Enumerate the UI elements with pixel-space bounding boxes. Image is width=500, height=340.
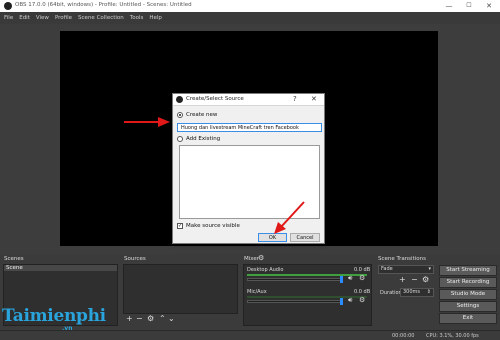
desktop-audio-db: 0.0 dB (354, 267, 371, 273)
red-arrow-to-ok (272, 200, 306, 236)
speaker-icon[interactable]: 🔊︎ (348, 274, 352, 283)
menu-edit[interactable]: Edit (19, 15, 36, 21)
source-properties-gear-icon[interactable]: ⚙ (147, 315, 154, 323)
obs-logo-icon (176, 96, 183, 103)
move-down-icon[interactable]: ⌄ (168, 315, 175, 323)
create-new-label: Create new (186, 112, 218, 118)
transition-gear-icon[interactable]: ⚙ (422, 276, 429, 284)
add-existing-label: Add Existing (186, 136, 221, 142)
mic-aux-volume-slider[interactable] (247, 300, 341, 303)
mixer-panel: Desktop Audio 0.0 dB 🔊︎ ⚙ Mic/Aux 0.0 dB… (243, 264, 372, 326)
taimienphi-watermark-logo: Taimienphi .vn (2, 306, 106, 332)
red-arrow-head (158, 117, 170, 127)
dialog-title: Create/Select Source (186, 96, 244, 102)
mic-aux-slider-handle[interactable] (340, 298, 343, 305)
studio-mode-button[interactable]: Studio Mode (439, 289, 497, 300)
chevron-down-icon: ▾ (428, 266, 431, 272)
red-arrow-diagonal (274, 201, 305, 234)
add-source-icon[interactable]: + (126, 315, 133, 323)
sources-dock-title: Sources (124, 256, 146, 262)
dialog-title-bar: Create/Select Source ? ✕ (173, 94, 324, 106)
window-title: OBS 17.0.0 (64bit, windows) - Profile: U… (15, 2, 192, 8)
menu-tools[interactable]: Tools (130, 15, 150, 21)
menu-file[interactable]: File (4, 15, 19, 21)
desktop-audio-label: Desktop Audio (247, 267, 284, 273)
desktop-audio-gear-icon[interactable]: ⚙ (359, 274, 365, 282)
stepper-icon: ⇕ (426, 289, 431, 295)
status-bar: 00:00:00 CPU: 3.1%, 30.00 fps (0, 330, 500, 340)
dialog-help-button[interactable]: ? (293, 95, 297, 103)
status-time: 00:00:00 (392, 333, 415, 339)
menu-view[interactable]: View (36, 15, 55, 21)
transition-select[interactable]: Fade ▾ (378, 265, 434, 274)
menu-profile[interactable]: Profile (55, 15, 78, 21)
mic-aux-db: 0.0 dB (354, 289, 371, 295)
remove-transition-icon[interactable]: − (411, 276, 418, 284)
menu-scene-collection[interactable]: Scene Collection (78, 15, 130, 21)
minimize-button[interactable]: — (440, 1, 458, 11)
move-up-icon[interactable]: ⌃ (159, 315, 166, 323)
remove-source-icon[interactable]: − (136, 315, 143, 323)
watermark-suffix: .vn (62, 325, 73, 332)
add-transition-icon[interactable]: + (399, 276, 406, 284)
obs-logo-icon (4, 2, 12, 10)
duration-value: 300ms (403, 289, 421, 295)
status-cpu: CPU: 3.1%, 30.00 fps (426, 333, 479, 339)
add-existing-radio[interactable] (177, 136, 183, 142)
create-new-radio[interactable] (177, 112, 183, 118)
close-button[interactable]: ✕ (480, 1, 498, 11)
desktop-audio-volume-slider[interactable] (247, 278, 341, 281)
settings-button[interactable]: Settings (439, 301, 497, 312)
red-arrow-shaft (124, 121, 162, 123)
transitions-dock-title: Scene Transitions (378, 256, 426, 262)
scene-item[interactable]: Scene (4, 265, 117, 271)
duration-label: Duration (380, 290, 402, 296)
transition-selected: Fade (381, 266, 393, 272)
start-streaming-button[interactable]: Start Streaming (439, 265, 497, 276)
sources-list[interactable] (123, 264, 238, 314)
mic-aux-gear-icon[interactable]: ⚙ (359, 296, 365, 304)
mixer-dock-title: Mixer (244, 256, 260, 262)
dialog-close-button[interactable]: ✕ (311, 95, 317, 103)
start-recording-button[interactable]: Start Recording (439, 277, 497, 288)
scenes-dock-title: Scenes (4, 256, 24, 262)
source-name-input[interactable] (177, 123, 322, 132)
red-arrow-to-input (124, 117, 170, 127)
watermark-text: Taimienphi (2, 306, 106, 326)
maximize-button[interactable]: ☐ (460, 1, 478, 11)
mic-aux-label: Mic/Aux (247, 289, 267, 295)
menu-help[interactable]: Help (149, 15, 168, 21)
menu-bar: File Edit View Profile Scene Collection … (0, 12, 500, 24)
exit-button[interactable]: Exit (439, 313, 497, 324)
duration-spinbox[interactable]: 300ms ⇕ (400, 288, 434, 297)
desktop-audio-slider-handle[interactable] (340, 276, 343, 283)
mixer-gear-icon[interactable]: ⚙ (258, 254, 264, 262)
make-visible-checkbox[interactable]: ✓ (177, 223, 183, 229)
make-visible-label: Make source visible (186, 223, 240, 229)
window-title-bar: OBS 17.0.0 (64bit, windows) - Profile: U… (0, 0, 500, 12)
speaker-icon[interactable]: 🔊︎ (348, 296, 352, 305)
